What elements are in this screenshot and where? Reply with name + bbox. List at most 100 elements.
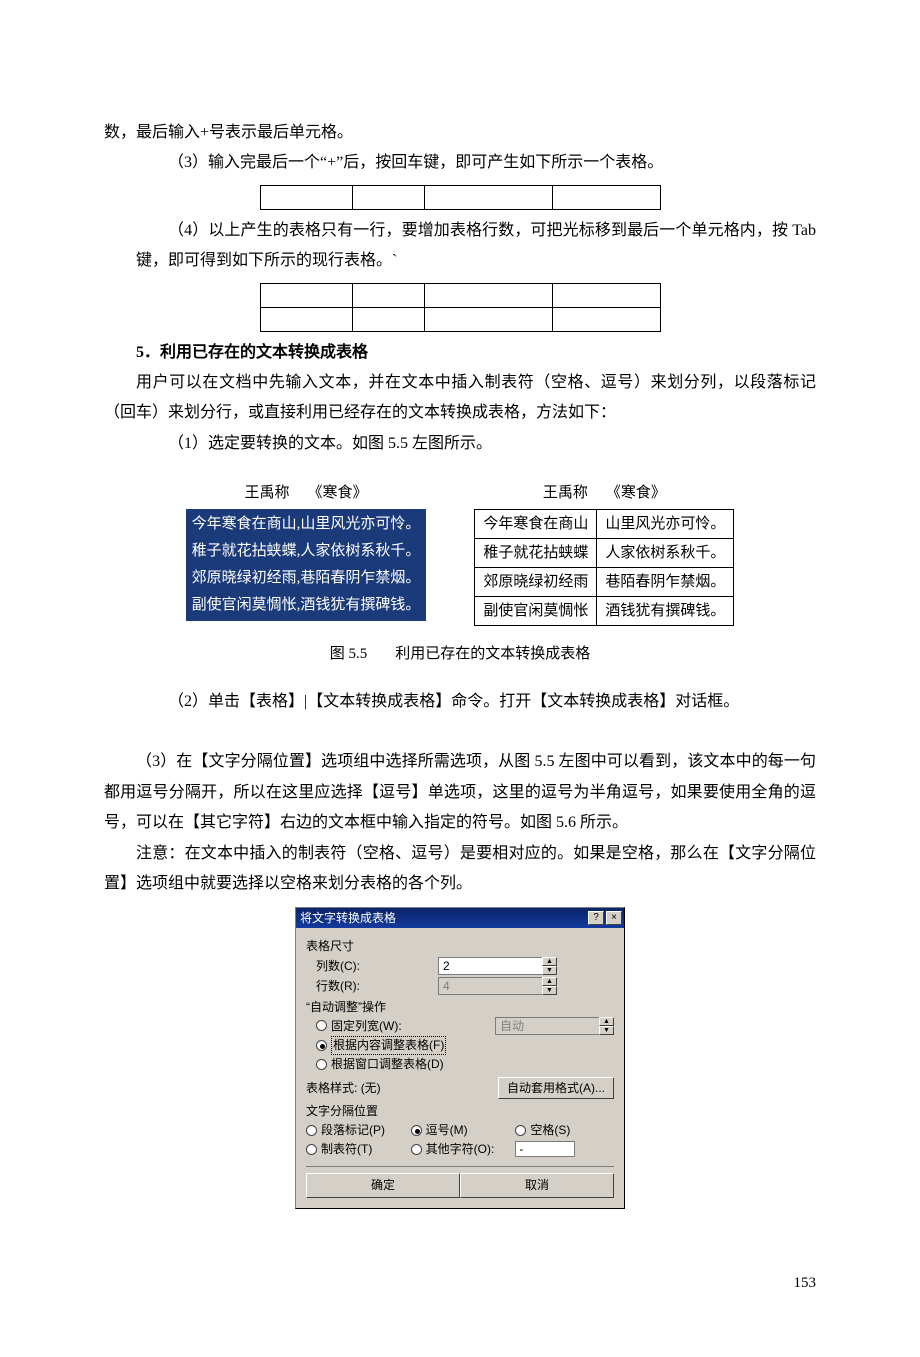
paragraph: 注意：在文本中插入的制表符（空格、逗号）是要相对应的。如果是空格，那么在【文字分… bbox=[104, 839, 816, 900]
spin-buttons[interactable]: ▲▼ bbox=[542, 957, 557, 975]
group-table-size-label: 表格尺寸 bbox=[306, 938, 614, 955]
dialog-body: 表格尺寸 列数(C): ▲▼ 行数(R): ▲▼ “自动调整”操作 bbox=[296, 928, 624, 1207]
dialog-actions: 确定 取消 bbox=[306, 1166, 614, 1198]
table-cell bbox=[260, 307, 352, 331]
sep-space-label: 空格(S) bbox=[530, 1122, 570, 1139]
fixed-width-input bbox=[495, 1017, 599, 1035]
paragraph: 数，最后输入+号表示最后单元格。 bbox=[104, 118, 816, 148]
figure-caption: 图 5.5利用已存在的文本转换成表格 bbox=[104, 640, 816, 669]
figure-5-5: 王禹称 《寒食》 今年寒食在商山,山里风光亦可怜。 稚子就花拈蛱蝶,人家依树系秋千… bbox=[104, 481, 816, 626]
sep-space-option[interactable]: 空格(S) bbox=[515, 1122, 614, 1139]
paragraph: （2）单击【表格】|【文本转换成表格】命令。打开【文本转换成表格】对话框。 bbox=[104, 687, 816, 717]
cols-row: 列数(C): ▲▼ bbox=[306, 957, 614, 975]
sep-other-input[interactable] bbox=[515, 1141, 575, 1157]
paragraph: 用户可以在文档中先输入文本，并在文本中插入制表符（空格、逗号）来划分列，以段落标… bbox=[104, 368, 816, 429]
autofit-window-option[interactable]: 根据窗口调整表格(D) bbox=[306, 1056, 614, 1073]
radio-icon bbox=[411, 1125, 422, 1136]
sep-tab-option[interactable]: 制表符(T) bbox=[306, 1141, 405, 1158]
sep-paragraph-option[interactable]: 段落标记(P) bbox=[306, 1122, 405, 1139]
radio-icon bbox=[316, 1020, 327, 1031]
figure-id: 图 5.5 bbox=[330, 646, 368, 662]
selected-text-block: 今年寒食在商山,山里风光亦可怜。 稚子就花拈蛱蝶,人家依树系秋千。 郊原晓绿初经… bbox=[186, 509, 427, 621]
poem-author: 王禹称 bbox=[543, 485, 588, 501]
fixed-width-spinner: ▲▼ bbox=[495, 1017, 614, 1035]
poem-work: 《寒食》 bbox=[606, 485, 666, 501]
cancel-button[interactable]: 取消 bbox=[460, 1173, 614, 1198]
section-heading: 5．利用已存在的文本转换成表格 bbox=[104, 338, 816, 368]
poem-title: 王禹称 《寒食》 bbox=[186, 481, 427, 505]
autoformat-button[interactable]: 自动套用格式(A)... bbox=[498, 1077, 614, 1100]
figure-right-table: 王禹称 《寒食》 今年寒食在商山 山里风光亦可怜。 稚子就花拈蛱蝶 人家依树系秋千… bbox=[474, 481, 734, 626]
dialog-title: 将文字转换成表格 bbox=[300, 910, 586, 927]
group-autofit-label: “自动调整”操作 bbox=[306, 999, 614, 1016]
rows-label: 行数(R): bbox=[306, 978, 438, 995]
radio-icon bbox=[316, 1040, 327, 1051]
ok-button[interactable]: 确定 bbox=[306, 1173, 460, 1198]
paragraph: （3）输入完最后一个“+”后，按回车键，即可产生如下所示一个表格。 bbox=[104, 148, 816, 178]
table-style-value: (无) bbox=[361, 1080, 381, 1097]
table-cell bbox=[260, 283, 352, 307]
paragraph: （4）以上产生的表格只有一行，要增加表格行数，可把光标移到最后一个单元格内，按 … bbox=[104, 216, 816, 277]
table-cell: 酒钱犹有撰碑钱。 bbox=[597, 597, 734, 626]
poem-author: 王禹称 bbox=[244, 485, 289, 501]
poem-line: 郊原晓绿初经雨,巷陌春阴乍禁烟。 bbox=[192, 565, 421, 592]
table-row bbox=[260, 307, 660, 331]
group-separator-label: 文字分隔位置 bbox=[306, 1103, 614, 1120]
table-style-row: 表格样式: (无) 自动套用格式(A)... bbox=[306, 1077, 614, 1100]
cols-label: 列数(C): bbox=[306, 958, 438, 975]
table-cell bbox=[424, 283, 552, 307]
sep-comma-label: 逗号(M) bbox=[426, 1122, 468, 1139]
table-row: 郊原晓绿初经雨 巷陌春阴乍禁烟。 bbox=[475, 568, 734, 597]
table-cell: 郊原晓绿初经雨 bbox=[475, 568, 597, 597]
rows-row: 行数(R): ▲▼ bbox=[306, 977, 614, 995]
text-to-table-dialog: 将文字转换成表格 ? × 表格尺寸 列数(C): ▲▼ 行数(R): bbox=[295, 907, 625, 1208]
radio-icon bbox=[306, 1125, 317, 1136]
example-table-1row bbox=[260, 185, 661, 210]
rows-input bbox=[438, 977, 542, 995]
autofit-window-label: 根据窗口调整表格(D) bbox=[331, 1056, 444, 1073]
converted-table: 今年寒食在商山 山里风光亦可怜。 稚子就花拈蛱蝶 人家依树系秋千。 郊原晓绿初经… bbox=[474, 509, 734, 626]
page-number: 153 bbox=[104, 1269, 816, 1298]
table-cell: 山里风光亦可怜。 bbox=[597, 510, 734, 539]
cols-spinner[interactable]: ▲▼ bbox=[438, 957, 557, 975]
table-row bbox=[260, 185, 660, 209]
sep-paragraph-label: 段落标记(P) bbox=[321, 1122, 385, 1139]
poem-work: 《寒食》 bbox=[307, 485, 367, 501]
radio-icon bbox=[515, 1125, 526, 1136]
autofit-fixed-label: 固定列宽(W): bbox=[331, 1018, 402, 1035]
table-row: 今年寒食在商山 山里风光亦可怜。 bbox=[475, 510, 734, 539]
poem-line: 副使官闲莫惆怅,酒钱犹有撰碑钱。 bbox=[192, 592, 421, 619]
figure-left-select: 王禹称 《寒食》 今年寒食在商山,山里风光亦可怜。 稚子就花拈蛱蝶,人家依树系秋千… bbox=[186, 481, 427, 626]
table-cell: 人家依树系秋千。 bbox=[597, 539, 734, 568]
autofit-content-label: 根据内容调整表格(F) bbox=[331, 1036, 446, 1055]
poem-title: 王禹称 《寒食》 bbox=[474, 481, 734, 505]
table-cell: 副使官闲莫惆怅 bbox=[475, 597, 597, 626]
document-page: 数，最后输入+号表示最后单元格。 （3）输入完最后一个“+”后，按回车键，即可产… bbox=[0, 0, 920, 1357]
paragraph: （1）选定要转换的文本。如图 5.5 左图所示。 bbox=[104, 429, 816, 459]
sep-comma-option[interactable]: 逗号(M) bbox=[411, 1122, 510, 1139]
table-cell bbox=[352, 307, 424, 331]
autofit-content-option[interactable]: 根据内容调整表格(F) bbox=[306, 1036, 614, 1055]
spin-buttons: ▲▼ bbox=[542, 977, 557, 995]
table-cell bbox=[552, 283, 660, 307]
paragraph: （3）在【文字分隔位置】选项组中选择所需选项，从图 5.5 左图中可以看到，该文… bbox=[104, 747, 816, 838]
close-button[interactable]: × bbox=[606, 911, 622, 925]
table-cell bbox=[352, 283, 424, 307]
help-button[interactable]: ? bbox=[588, 911, 604, 925]
sep-other-input-wrap bbox=[515, 1141, 614, 1158]
sep-tab-label: 制表符(T) bbox=[321, 1141, 372, 1158]
sep-other-option[interactable]: 其他字符(O): bbox=[411, 1141, 510, 1158]
radio-icon bbox=[316, 1059, 327, 1070]
table-cell: 今年寒食在商山 bbox=[475, 510, 597, 539]
table-cell bbox=[352, 185, 424, 209]
poem-line: 稚子就花拈蛱蝶,人家依树系秋千。 bbox=[192, 538, 421, 565]
autofit-fixed-option[interactable]: 固定列宽(W): ▲▼ bbox=[306, 1017, 614, 1035]
separator-options: 段落标记(P) 逗号(M) 空格(S) 制表符(T) bbox=[306, 1122, 614, 1158]
table-cell: 巷陌春阴乍禁烟。 bbox=[597, 568, 734, 597]
table-cell bbox=[424, 307, 552, 331]
radio-icon bbox=[411, 1144, 422, 1155]
cols-input[interactable] bbox=[438, 957, 542, 975]
spin-buttons: ▲▼ bbox=[599, 1017, 614, 1035]
table-row: 稚子就花拈蛱蝶 人家依树系秋千。 bbox=[475, 539, 734, 568]
figure-5-6-dialog-wrap: 将文字转换成表格 ? × 表格尺寸 列数(C): ▲▼ 行数(R): bbox=[104, 907, 816, 1208]
